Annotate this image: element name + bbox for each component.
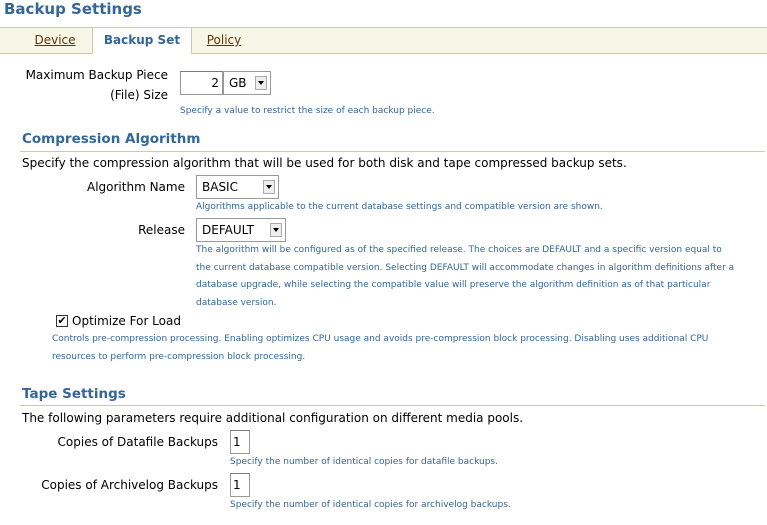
release-value: DEFAULT xyxy=(202,223,254,237)
chevron-down-icon xyxy=(270,223,282,237)
tab-policy-label[interactable]: Policy xyxy=(207,33,242,47)
backup-piece-label-line1: Maximum Backup Piece xyxy=(25,68,168,82)
tab-device[interactable]: Device xyxy=(20,28,90,53)
chevron-down-icon xyxy=(255,76,267,90)
compression-divider xyxy=(20,151,765,152)
datafile-copies-label: Copies of Datafile Backups xyxy=(57,435,218,449)
backup-piece-hint: Specify a value to restrict the size of … xyxy=(180,106,435,116)
algorithm-name-label: Algorithm Name xyxy=(87,180,185,194)
checkmark-icon: ✔ xyxy=(57,314,67,327)
tab-policy[interactable]: Policy xyxy=(192,28,256,53)
archivelog-copies-hint: Specify the number of identical copies f… xyxy=(230,500,511,510)
tab-bar: Device Backup Set Policy xyxy=(0,27,767,54)
backup-piece-size-input[interactable]: 2 xyxy=(180,71,223,95)
optimize-hint-line1: Controls pre-compression processing. Ena… xyxy=(52,334,709,344)
tape-settings-divider xyxy=(20,405,765,406)
algorithm-name-select[interactable]: BASIC xyxy=(196,175,279,199)
chevron-down-icon xyxy=(263,180,275,194)
tab-backup-set-label: Backup Set xyxy=(103,33,181,47)
archivelog-copies-label: Copies of Archivelog Backups xyxy=(41,478,218,492)
optimize-for-load-checkbox[interactable]: ✔ xyxy=(56,315,68,327)
release-hint-line1: The algorithm will be configured as of t… xyxy=(196,245,722,255)
algorithm-name-value: BASIC xyxy=(202,180,238,194)
compression-heading: Compression Algorithm xyxy=(22,131,201,147)
release-hint-line3: database upgrade, while selecting the co… xyxy=(196,280,711,290)
page-title: Backup Settings xyxy=(4,0,142,18)
algorithm-name-hint: Algorithms applicable to the current dat… xyxy=(196,202,603,212)
compression-description: Specify the compression algorithm that w… xyxy=(22,156,627,170)
backup-piece-label-line2: (File) Size xyxy=(110,88,168,102)
datafile-copies-hint: Specify the number of identical copies f… xyxy=(230,457,498,467)
tab-device-label[interactable]: Device xyxy=(34,33,75,47)
optimize-for-load-label: Optimize For Load xyxy=(72,314,181,328)
optimize-hint-line2: resources to perform pre-compression blo… xyxy=(52,351,306,362)
release-select[interactable]: DEFAULT xyxy=(196,218,286,242)
backup-piece-unit-value: GB xyxy=(229,76,247,90)
release-hint-line2: the current database compatible version.… xyxy=(196,262,735,273)
tape-settings-heading: Tape Settings xyxy=(22,386,126,402)
release-label: Release xyxy=(138,223,185,237)
release-hint-line4: database version. xyxy=(196,297,277,308)
archivelog-copies-input[interactable]: 1 xyxy=(230,473,250,497)
tape-settings-description: The following parameters require additio… xyxy=(22,411,524,425)
datafile-copies-input[interactable]: 1 xyxy=(230,430,250,454)
backup-piece-unit-select[interactable]: GB xyxy=(223,71,271,95)
tab-backup-set[interactable]: Backup Set xyxy=(92,28,192,54)
